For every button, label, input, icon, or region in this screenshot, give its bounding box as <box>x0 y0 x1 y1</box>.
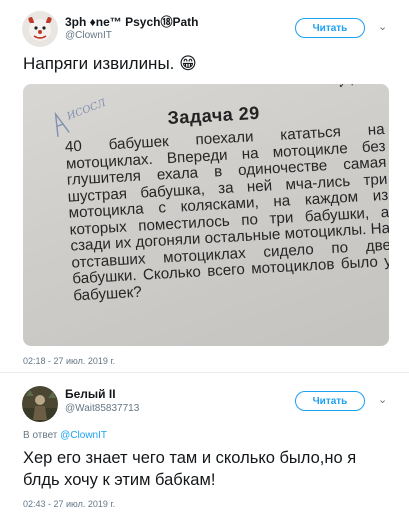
reply-context: В ответ @ClownIT <box>23 430 107 441</box>
chevron-down-icon[interactable]: ⌄ <box>378 20 387 33</box>
tweet-photo[interactable]: ИСОСЛ ✓ · Задача 29 40 бабушек поехали к… <box>23 84 389 346</box>
avatar[interactable] <box>22 11 58 47</box>
chevron-down-icon[interactable]: ⌄ <box>378 393 387 406</box>
tweet-original: 3ph ♦ne™ Psych⑱Path @ClownIT Читать ⌄ На… <box>0 0 409 372</box>
user-handle[interactable]: @Wait85837713 <box>65 403 139 414</box>
task-body: 40 бабушек поехали кататься на мотоцикла… <box>64 120 389 305</box>
book-page: ИСОСЛ ✓ · Задача 29 40 бабушек поехали к… <box>23 84 389 346</box>
page-marks: ✓ · <box>337 84 355 92</box>
avatar[interactable] <box>22 386 58 422</box>
timestamp[interactable]: 02:43 - 27 июл. 2019 г. <box>23 499 115 509</box>
tweet-reply: Белый II @Wait85837713 Читать ⌄ В ответ … <box>0 373 409 525</box>
clown-avatar-icon <box>22 11 58 47</box>
tweet-text: Напряги извилины. 😁 <box>23 54 197 73</box>
painting-avatar-icon <box>22 386 58 422</box>
timestamp[interactable]: 02:18 - 27 июл. 2019 г. <box>23 356 115 366</box>
reply-prefix: В ответ <box>23 430 58 441</box>
task-title: Задача 29 <box>166 102 261 128</box>
follow-button[interactable]: Читать <box>295 391 365 411</box>
tweet-text: Хер его знает чего там и сколько было,но… <box>23 449 357 489</box>
display-name[interactable]: Белый II <box>65 387 116 401</box>
display-name[interactable]: 3ph ♦ne™ Psych⑱Path <box>65 13 199 30</box>
reply-handle-link[interactable]: @ClownIT <box>60 430 107 441</box>
svg-text:ИСОСЛ: ИСОСЛ <box>65 97 108 123</box>
follow-button[interactable]: Читать <box>295 18 365 38</box>
user-handle[interactable]: @ClownIT <box>65 30 112 41</box>
